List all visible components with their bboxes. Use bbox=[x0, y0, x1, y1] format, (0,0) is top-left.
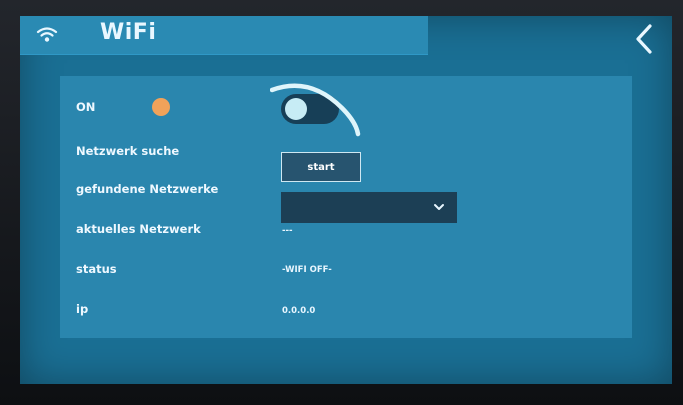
found-networks-label: gefundene Netzwerke bbox=[76, 182, 219, 196]
current-network-label: aktuelles Netzwerk bbox=[76, 222, 201, 236]
header-bar: WiFi bbox=[20, 16, 428, 55]
chevron-left-icon bbox=[636, 24, 652, 54]
ip-value: 0.0.0.0 bbox=[282, 306, 316, 316]
status-value: -WIFI OFF- bbox=[282, 265, 332, 275]
start-scan-button[interactable]: start bbox=[281, 152, 361, 182]
status-label: status bbox=[76, 262, 117, 276]
chevron-down-icon bbox=[434, 204, 444, 210]
network-search-label: Netzwerk suche bbox=[76, 144, 180, 158]
current-network-value: --- bbox=[282, 226, 293, 236]
ip-label: ip bbox=[76, 302, 89, 316]
wifi-settings-panel: ON Netzwerk suche start gefundene Netzwe… bbox=[60, 76, 632, 338]
on-label: ON bbox=[76, 100, 96, 114]
page-title: WiFi bbox=[100, 20, 157, 45]
found-networks-dropdown[interactable] bbox=[281, 192, 457, 223]
wifi-toggle[interactable] bbox=[281, 94, 339, 124]
toggle-knob bbox=[285, 98, 307, 120]
wifi-screen: WiFi ON Netzwerk suche start gefundene N… bbox=[20, 16, 672, 384]
status-indicator-dot bbox=[152, 98, 170, 116]
back-button[interactable] bbox=[626, 22, 662, 56]
wifi-icon bbox=[36, 27, 58, 42]
